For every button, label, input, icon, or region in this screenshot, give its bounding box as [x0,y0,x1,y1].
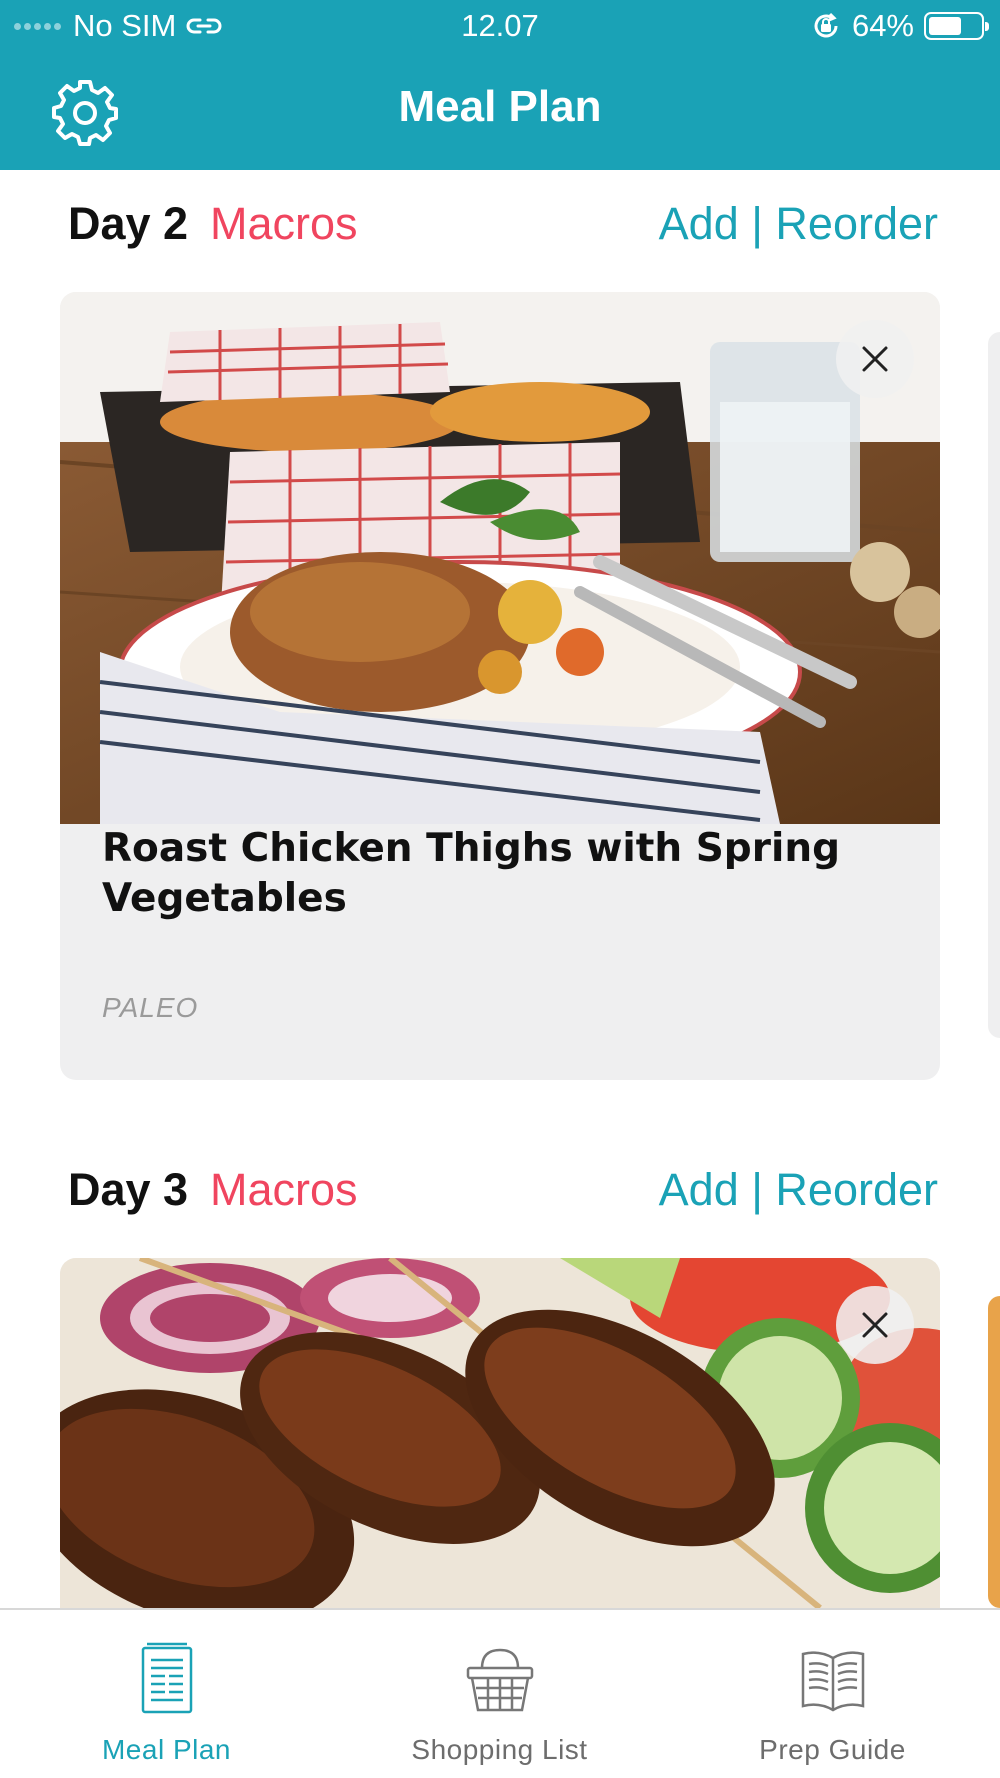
next-meal-card-peek[interactable] [988,332,1000,1038]
day-header-day-2: Day 2 Macros Add | Reorder [68,198,938,258]
top-bar: No SIM 12.07 64% Meal Plan [0,0,1000,170]
tab-label: Prep Guide [759,1734,906,1765]
meal-card[interactable]: Roast Chicken Thighs with Spring Vegetab… [60,292,940,1080]
meal-card[interactable] [60,1258,940,1608]
battery-percent: 64% [851,8,914,43]
add-reorder-actions[interactable]: Add | Reorder [659,1164,938,1216]
add-reorder-actions[interactable]: Add | Reorder [659,198,938,250]
tab-bar: Meal Plan Shopping List Prep Guide [0,1608,1000,1778]
day-header-day-3: Day 3 Macros Add | Reorder [68,1164,938,1224]
close-icon [862,346,888,372]
status-right: 64% [810,8,989,44]
basket-icon [466,1648,533,1712]
macros-link[interactable]: Macros [210,1164,358,1216]
battery-fill [929,17,961,35]
page-title: Meal Plan [398,82,602,131]
battery-icon [924,12,989,40]
tab-prep-guide[interactable]: Prep Guide [666,1610,999,1778]
macros-link[interactable]: Macros [210,198,358,250]
tab-label: Shopping List [411,1734,588,1765]
close-icon [862,1312,888,1338]
meal-plan-icon [141,1642,192,1714]
tab-shopping-list[interactable]: Shopping List [333,1610,666,1778]
day-label: Day 2 [68,198,189,249]
meal-title[interactable]: Roast Chicken Thighs with Spring Vegetab… [102,824,902,924]
tab-label: Meal Plan [101,1734,231,1765]
rotation-lock-icon [814,12,838,38]
day-label: Day 3 [68,1164,189,1215]
meal-category-tag: PALEO [102,992,199,1023]
remove-meal-button[interactable] [836,1286,914,1364]
status-bar: No SIM 12.07 64% [0,0,1000,54]
roast-chicken-photo [60,292,940,824]
grilled-kebab-photo [60,1258,940,1608]
remove-meal-button[interactable] [836,320,914,398]
next-meal-card-peek[interactable] [988,1296,1000,1608]
book-icon [801,1651,864,1712]
tab-meal-plan[interactable]: Meal Plan [0,1610,333,1778]
